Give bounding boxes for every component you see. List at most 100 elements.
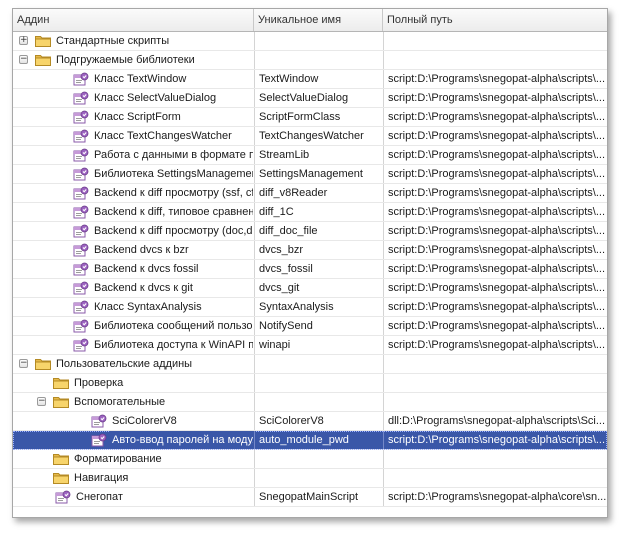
addin-name: Backend к dvcs fossil: [94, 263, 199, 275]
tree-addin-row[interactable]: Backend dvcs к bzr dvcs_bzr script:D:\Prog…: [13, 241, 607, 260]
addin-icon: [73, 148, 89, 162]
full-path-cell: script:D:\Programs\snegopat-alpha\script…: [383, 298, 607, 316]
full-path-cell: script:D:\Programs\snegopat-alpha\script…: [383, 127, 607, 145]
addin-name: Проверка: [74, 377, 124, 389]
full-path-cell: script:D:\Programs\snegopat-alpha\script…: [383, 279, 607, 297]
unique-name-cell: [254, 32, 382, 50]
tree-addin-row[interactable]: Backend к dvcs fossil dvcs_fossil script:D…: [13, 260, 607, 279]
addin-icon: [73, 167, 89, 181]
unique-name-cell: SciColorerV8: [254, 412, 382, 430]
unique-name-cell: SnegopatMainScript: [254, 488, 382, 506]
tree-addin-row[interactable]: Снегопат SnegopatMainScript script:D:\Prog…: [13, 488, 607, 507]
unique-name-cell: diff_doc_file: [254, 222, 382, 240]
addin-icon: [73, 186, 89, 200]
tree-addin-row[interactable]: Класс SyntaxAnalysis SyntaxAnalysis script…: [13, 298, 607, 317]
tree-folder-row[interactable]: − Вспомогательные: [13, 393, 607, 412]
collapse-icon[interactable]: −: [37, 397, 46, 406]
tree-addin-row[interactable]: Библиотека SettingsManagement SettingsMan…: [13, 165, 607, 184]
addin-name: Backend к diff, типовое сравнен...: [94, 206, 253, 218]
addin-name: Снегопат: [76, 491, 123, 503]
addin-cell: + Стандартные скрипты: [13, 32, 253, 50]
full-path-cell: script:D:\Programs\snegopat-alpha\script…: [383, 431, 607, 449]
addin-cell: Backend к diff, типовое сравнен...: [13, 203, 253, 221]
addin-name: Класс SelectValueDialog: [94, 92, 217, 104]
unique-name-cell: [254, 374, 382, 392]
folder-icon: [35, 357, 51, 371]
tree-folder-row[interactable]: Проверка: [13, 374, 607, 393]
collapse-icon[interactable]: −: [19, 55, 28, 64]
full-path-cell: script:D:\Programs\snegopat-alpha\script…: [383, 203, 607, 221]
tree-addin-row[interactable]: SciColorerV8 SciColorerV8 dll:D:\Programs\…: [13, 412, 607, 431]
addin-icon: [73, 91, 89, 105]
full-path-cell: script:D:\Programs\snegopat-alpha\core\s…: [383, 488, 607, 506]
tree-addin-row[interactable]: Класс SelectValueDialog SelectValueDialog…: [13, 89, 607, 108]
addin-cell: Библиотека доступа к WinAPI п...: [13, 336, 253, 354]
addin-cell: Форматирование: [13, 450, 253, 468]
full-path-cell: [383, 374, 607, 392]
unique-name-cell: diff_1C: [254, 203, 382, 221]
tree-addin-row[interactable]: Библиотека сообщений пользо... NotifySend…: [13, 317, 607, 336]
unique-name-cell: TextChangesWatcher: [254, 127, 382, 145]
column-header-addin[interactable]: Аддин: [13, 9, 254, 31]
addin-name: Навигация: [74, 472, 129, 484]
tree-addin-row[interactable]: Backend к diff просмотру (doc,d... diff_d…: [13, 222, 607, 241]
addin-icon: [91, 433, 107, 447]
tree-addin-row[interactable]: Класс TextChangesWatcher TextChangesWatch…: [13, 127, 607, 146]
addin-name: Библиотека доступа к WinAPI п...: [94, 339, 253, 351]
addin-name: Авто-ввод паролей на модуль: [110, 431, 253, 449]
full-path-cell: script:D:\Programs\snegopat-alpha\script…: [383, 89, 607, 107]
addin-name: Подгружаемые библиотеки: [56, 54, 195, 66]
full-path-cell: script:D:\Programs\snegopat-alpha\script…: [383, 222, 607, 240]
addin-icon: [73, 72, 89, 86]
full-path-cell: script:D:\Programs\snegopat-alpha\script…: [383, 108, 607, 126]
addins-tree-table[interactable]: Аддин Уникальное имя Полный путь + Станда…: [12, 8, 608, 518]
tree-folder-row[interactable]: Навигация: [13, 469, 607, 488]
addin-icon: [91, 414, 107, 428]
addin-icon: [55, 490, 71, 504]
full-path-cell: script:D:\Programs\snegopat-alpha\script…: [383, 260, 607, 278]
tree-folder-row[interactable]: − Пользовательские аддины: [13, 355, 607, 374]
full-path-cell: script:D:\Programs\snegopat-alpha\script…: [383, 165, 607, 183]
addin-name: SciColorerV8: [112, 415, 177, 427]
unique-name-cell: [254, 355, 382, 373]
addin-cell: − Вспомогательные: [13, 393, 253, 411]
addin-icon: [73, 243, 89, 257]
tree-folder-row[interactable]: Форматирование: [13, 450, 607, 469]
addin-icon: [73, 319, 89, 333]
tree-folder-row[interactable]: + Стандартные скрипты: [13, 32, 607, 51]
tree-addin-row[interactable]: Backend к dvcs к git dvcs_git script:D:\Pr…: [13, 279, 607, 298]
unique-name-cell: ScriptFormClass: [254, 108, 382, 126]
addin-name: Backend к dvcs к git: [94, 282, 193, 294]
addin-icon: [73, 262, 89, 276]
tree-addin-row[interactable]: Авто-ввод паролей на модуль auto_module_p…: [13, 431, 607, 450]
full-path-cell: script:D:\Programs\snegopat-alpha\script…: [383, 70, 607, 88]
folder-icon: [53, 471, 69, 485]
tree-folder-row[interactable]: − Подгружаемые библиотеки: [13, 51, 607, 70]
unique-name-cell: SyntaxAnalysis: [254, 298, 382, 316]
addin-name: Класс ScriptForm: [94, 111, 181, 123]
addin-name: Библиотека SettingsManagement: [94, 168, 253, 180]
addin-name: Библиотека сообщений пользо...: [94, 320, 253, 332]
addin-cell: − Подгружаемые библиотеки: [13, 51, 253, 69]
full-path-cell: [383, 51, 607, 69]
addin-cell: Backend к dvcs к git: [13, 279, 253, 297]
tree-addin-row[interactable]: Библиотека доступа к WinAPI п... winapi sc…: [13, 336, 607, 355]
addin-name: Работа с данными в формате п...: [94, 149, 253, 161]
addin-icon: [73, 281, 89, 295]
full-path-cell: script:D:\Programs\snegopat-alpha\script…: [383, 184, 607, 202]
column-header-full-path[interactable]: Полный путь: [383, 9, 607, 31]
collapse-icon[interactable]: −: [19, 359, 28, 368]
folder-icon: [53, 376, 69, 390]
tree-addin-row[interactable]: Backend к diff, типовое сравнен... diff_1…: [13, 203, 607, 222]
tree-addin-row[interactable]: Класс TextWindow TextWindow script:D:\Prog…: [13, 70, 607, 89]
expand-icon[interactable]: +: [19, 36, 28, 45]
tree-addin-row[interactable]: Класс ScriptForm ScriptFormClass script:D:…: [13, 108, 607, 127]
addin-name: Класс TextWindow: [94, 73, 187, 85]
addin-cell: Авто-ввод паролей на модуль: [13, 431, 253, 449]
addin-name: Форматирование: [74, 453, 162, 465]
column-header-unique-name[interactable]: Уникальное имя: [254, 9, 383, 31]
tree-addin-row[interactable]: Backend к diff просмотру (ssf, cf) diff_v…: [13, 184, 607, 203]
addin-name: Пользовательские аддины: [56, 358, 193, 370]
tree-addin-row[interactable]: Работа с данными в формате п... StreamLib…: [13, 146, 607, 165]
addin-cell: Навигация: [13, 469, 253, 487]
